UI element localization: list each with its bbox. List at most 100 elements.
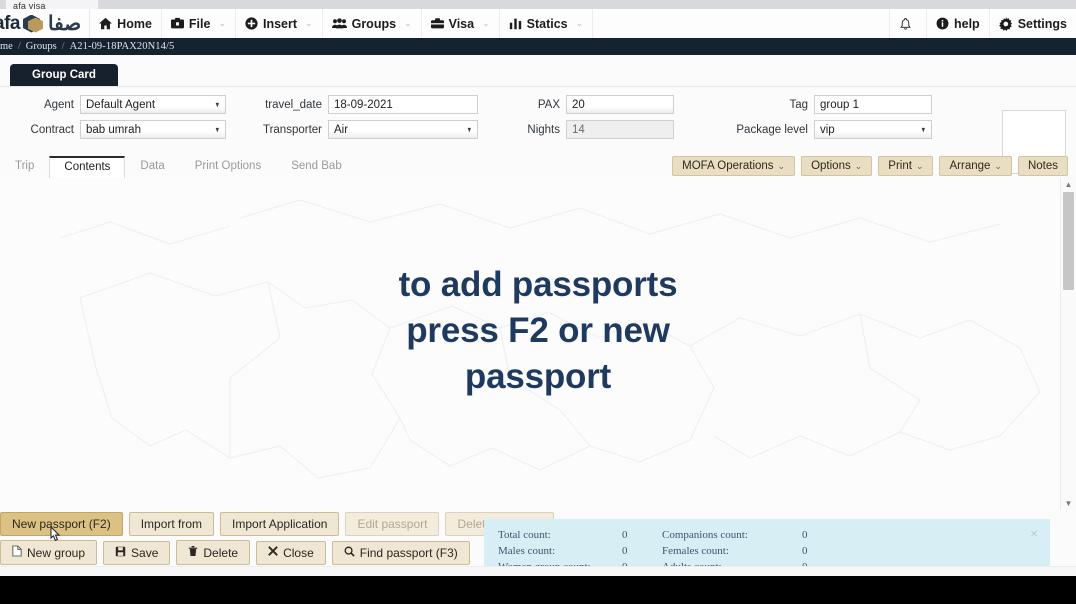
import-from-button[interactable]: Import from [128,511,215,536]
field-label: Nights [527,123,560,136]
video-letterbox [0,576,1076,604]
nav-label: help [953,16,980,31]
agent-select[interactable]: Default Agent [80,95,226,114]
chevron-down-icon[interactable]: ⌄ [218,18,226,29]
contract-select[interactable]: bab umrah [80,120,226,139]
search-icon [344,546,355,560]
nav-item-groups[interactable]: Groups ⌄ [323,9,422,38]
nav-item-visa[interactable]: Visa ⌄ [422,9,500,38]
save-button[interactable]: Save [103,540,171,565]
button-label: Arrange [949,160,991,172]
brand-hexagon-icon [22,14,44,34]
main-navbar: afa صفا Home File ⌄ [0,9,1076,39]
brand-logo[interactable]: afa صفا [0,9,91,38]
button-label: Print [888,160,912,172]
chevron-down-icon: ⌄ [777,161,786,171]
tab-contents[interactable]: Contents [49,156,126,179]
new-passport-button[interactable]: New passport (F2) [0,511,123,536]
nav-item-notifications[interactable] [888,9,926,38]
import-application-button[interactable]: Import Application [220,511,340,536]
button-options[interactable]: Options ⌄ [801,156,873,176]
button-label: Save [131,545,159,560]
nav-item-help[interactable]: help [925,9,989,38]
field-pax: PAX 20 [488,95,674,114]
tab-print-options[interactable]: Print Options [180,155,276,178]
nav-label: Home [117,16,152,31]
field-travel-date: travel_date 18-09-2021 [242,95,478,114]
delete-button[interactable]: Delete [176,540,251,565]
group-form: Agent Default Agent Contract bab umrah t… [0,87,1076,174]
chevron-down-icon: ⌄ [915,161,924,171]
field-tag: Tag group 1 [718,95,932,114]
edit-passport-button: Edit passport [345,511,440,536]
nav-label: Visa [448,16,475,31]
empty-state-message: to add passports press F2 or new passpor… [0,262,1076,400]
gear-icon [998,16,1013,31]
field-label: Contract [30,123,74,136]
field-nights: Nights 14 [488,120,674,139]
info-icon [936,17,949,30]
new-group-button[interactable]: New group [0,540,98,565]
close-icon [268,546,278,559]
breadcrumb: me / Groups / A21-09-18PAX20N14/5 [0,38,1076,55]
breadcrumb-home[interactable]: me [0,41,13,52]
page-icon [12,545,22,560]
tab-group-card[interactable]: Group Card [10,64,118,86]
briefcase-icon [430,17,444,30]
nav-label: Groups [351,16,397,31]
button-arrange[interactable]: Arrange ⌄ [939,156,1012,176]
breadcrumb-groups[interactable]: Groups [26,41,57,52]
chevron-down-icon[interactable]: ⌄ [404,18,412,29]
chevron-down-icon[interactable]: ⌄ [482,18,490,29]
message-line-1: to add passports [398,265,678,304]
app-window: afa visa afa صفا Home File ⌄ [0,0,1076,604]
package-level-select[interactable]: vip [814,120,932,139]
navbar-items: Home File ⌄ Insert ⌄ Groups ⌄ Visa ⌄ Sta… [90,9,594,38]
vertical-scrollbar[interactable]: ▲ ▼ [1060,178,1076,510]
nav-item-statics[interactable]: Statics ⌄ [500,9,594,38]
trash-icon [188,545,198,560]
nav-item-file[interactable]: File ⌄ [162,9,236,38]
breadcrumb-current: A21-09-18PAX20N14/5 [69,41,175,52]
tab-trip[interactable]: Trip [0,155,49,178]
browser-tab[interactable]: afa visa [6,0,98,9]
pax-input[interactable]: 20 [566,95,674,114]
nav-item-home[interactable]: Home [90,9,162,38]
scroll-up-icon[interactable]: ▲ [1061,178,1076,191]
home-icon [99,17,113,30]
field-label: Agent [43,98,74,111]
browser-tab-strip: afa visa [0,0,1076,9]
chevron-down-icon[interactable]: ⌄ [576,18,584,29]
nav-item-insert[interactable]: Insert ⌄ [236,9,323,38]
button-print[interactable]: Print ⌄ [878,156,934,176]
field-agent: Agent Default Agent [0,95,226,114]
plus-icon [245,17,258,30]
passport-list-area: to add passports press F2 or new passpor… [0,178,1076,510]
field-package-level: Package level vip [718,120,932,139]
chevron-down-icon: ⌄ [854,161,863,171]
save-icon [115,546,126,560]
nav-item-settings[interactable]: Settings [988,9,1076,38]
tab-send-bab[interactable]: Send Bab [276,155,357,178]
scrollbar-thumb[interactable] [1063,192,1074,290]
message-line-3: passport [464,356,612,396]
message-line-2: press F2 or new [406,310,670,350]
nav-label: Statics [526,16,568,31]
button-label: Options [811,160,851,172]
button-mofa-operations[interactable]: MOFA Operations ⌄ [672,156,796,176]
chevron-down-icon[interactable]: ⌄ [305,18,313,29]
tab-data[interactable]: Data [125,155,179,178]
travel-date-input[interactable]: 18-09-2021 [328,95,478,114]
button-label: Delete [203,545,239,560]
close-button[interactable]: Close [256,540,326,565]
tag-input[interactable]: group 1 [814,95,932,114]
breadcrumb-separator: / [17,41,21,52]
button-notes[interactable]: Notes [1017,156,1068,176]
brand-latin: afa [0,12,20,34]
find-passport-button[interactable]: Find passport (F3) [331,540,470,565]
scroll-down-icon[interactable]: ▼ [1061,497,1076,510]
breadcrumb-separator: / [61,41,65,52]
transporter-select[interactable]: Air [328,120,478,139]
button-label: Notes [1027,160,1058,172]
navbar-right-items: help Settings [888,9,1076,38]
